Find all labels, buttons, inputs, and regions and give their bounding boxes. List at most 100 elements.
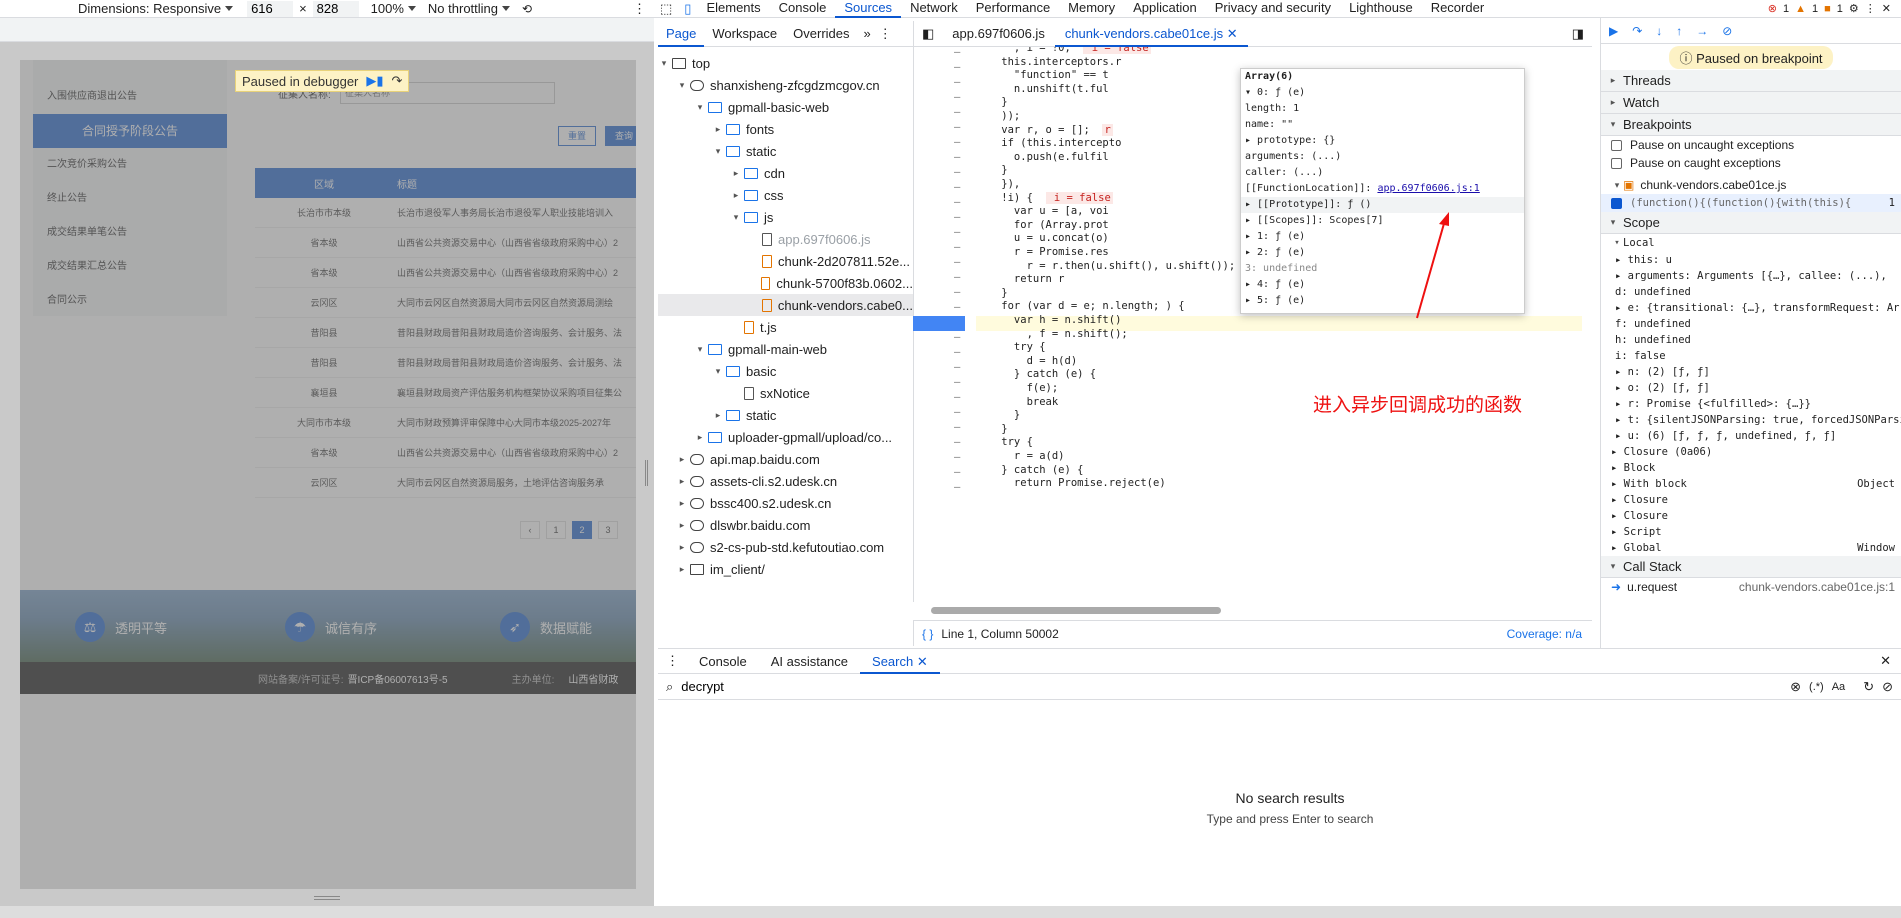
popover-line[interactable]: ▸ [[Prototype]]: ƒ () bbox=[1241, 197, 1524, 213]
device-toggle-icon[interactable]: ▯ bbox=[678, 1, 697, 17]
step-out-icon[interactable]: ↑ bbox=[1676, 24, 1682, 38]
tree-expander-icon[interactable]: ▾ bbox=[676, 80, 688, 91]
scope-variable[interactable]: ▸ t: {silentJSONParsing: true, forcedJSO… bbox=[1601, 412, 1901, 428]
tree-node[interactable]: ▸ uploader-gpmall/upload/co... bbox=[658, 426, 913, 448]
call-frame[interactable]: ➜ u.request chunk-vendors.cabe01ce.js:1 bbox=[1601, 578, 1901, 596]
scope-variable[interactable]: ▸ n: (2) [ƒ, ƒ] bbox=[1601, 364, 1901, 380]
popover-line[interactable]: ▾ 0: ƒ (e) bbox=[1241, 85, 1524, 101]
side-menu-item[interactable] bbox=[33, 60, 227, 80]
breakpoint-file[interactable]: ▾ ▣ chunk-vendors.cabe01ce.js bbox=[1601, 176, 1901, 194]
section-breakpoints[interactable]: ▾ Breakpoints bbox=[1601, 114, 1901, 136]
popover-line[interactable]: arguments: (...) bbox=[1241, 149, 1524, 165]
page-1[interactable]: 1 bbox=[546, 521, 566, 539]
navigator-menu-icon[interactable]: ⋮ bbox=[879, 26, 892, 42]
height-input[interactable] bbox=[312, 0, 359, 17]
popover-line[interactable]: ▸ 2: ƒ (e) bbox=[1241, 245, 1524, 261]
tree-node[interactable]: ▾ basic bbox=[658, 360, 913, 382]
tree-node[interactable]: ▸ css bbox=[658, 184, 913, 206]
reset-button[interactable]: 重置 bbox=[558, 126, 596, 146]
function-location-link[interactable]: app.697f0606.js:1 bbox=[1377, 183, 1479, 194]
tree-node[interactable]: ▸ api.map.baidu.com bbox=[658, 448, 913, 470]
tab-console[interactable]: Console bbox=[687, 654, 759, 669]
section-threads[interactable]: ▸ Threads bbox=[1601, 70, 1901, 92]
scope-variable[interactable]: d: undefined bbox=[1601, 284, 1901, 300]
cell-title[interactable]: 山西省公共资源交易中心（山西省省级政府采购中心）2 bbox=[393, 446, 636, 459]
close-drawer-icon[interactable]: ✕ bbox=[1880, 653, 1901, 669]
cell-title[interactable]: 长治市退役军人事务局长治市退役军人职业技能培训入 bbox=[393, 206, 636, 219]
issues-badge-icon[interactable]: ■ bbox=[1824, 3, 1831, 15]
more-tabs-icon[interactable]: » bbox=[864, 26, 871, 41]
table-row[interactable]: 襄垣县 襄垣县财政局资产评估服务机构框架协议采购项目征集公 bbox=[255, 378, 636, 408]
cell-title[interactable]: 昔阳县财政局昔阳县财政局造价咨询服务、会计服务、法 bbox=[393, 326, 636, 339]
cell-title[interactable]: 山西省公共资源交易中心（山西省省级政府采购中心）2 bbox=[393, 236, 636, 249]
scope-closure[interactable]: ▸ Closure bbox=[1601, 492, 1901, 508]
tree-node[interactable]: ▸ static bbox=[658, 404, 913, 426]
page-3[interactable]: 3 bbox=[598, 521, 618, 539]
table-row[interactable]: 省本级 山西省公共资源交易中心（山西省省级政府采购中心）2 bbox=[255, 258, 636, 288]
scope-closure[interactable]: ▸ Closure (0a06) bbox=[1601, 444, 1901, 460]
width-input[interactable] bbox=[247, 0, 294, 17]
tree-expander-icon[interactable]: ▸ bbox=[676, 542, 688, 553]
step-over-icon[interactable]: ↷ bbox=[1632, 24, 1642, 38]
scope-variable[interactable]: ▸ this: u bbox=[1601, 252, 1901, 268]
tree-expander-icon[interactable]: ▸ bbox=[712, 124, 724, 135]
scope-variable[interactable]: h: undefined bbox=[1601, 332, 1901, 348]
breakpoint-marker[interactable] bbox=[913, 316, 965, 331]
side-menu-item[interactable]: 合同公示 bbox=[33, 284, 227, 318]
popover-line[interactable]: length: 1 bbox=[1241, 101, 1524, 117]
tree-expander-icon[interactable]: ▸ bbox=[730, 168, 742, 179]
scope-closure[interactable]: ▸ With block Object bbox=[1601, 476, 1901, 492]
tree-node[interactable]: app.697f0606.js bbox=[658, 228, 913, 250]
scope-variable[interactable]: f: undefined bbox=[1601, 316, 1901, 332]
cell-title[interactable]: 大同市云冈区自然资源局服务，土地评估咨询服务承 bbox=[393, 476, 636, 489]
popover-line[interactable]: ▸ 5: ƒ (e) bbox=[1241, 293, 1524, 309]
side-menu-item[interactable]: 成交结果汇总公告 bbox=[33, 250, 227, 284]
tab-ai-assistance[interactable]: AI assistance bbox=[759, 654, 860, 669]
tree-expander-icon[interactable]: ▾ bbox=[730, 212, 742, 223]
resize-handle[interactable] bbox=[314, 896, 340, 900]
breakpoint-entry[interactable]: (function(){(function(){with(this){1 bbox=[1601, 194, 1901, 212]
toggle-debugger-icon[interactable]: ◨ bbox=[1572, 26, 1592, 42]
tree-node[interactable]: ▾ js bbox=[658, 206, 913, 228]
pause-caught-option[interactable]: Pause on caught exceptions bbox=[1601, 154, 1901, 172]
tree-node[interactable]: ▾ static bbox=[658, 140, 913, 162]
pause-uncaught-option[interactable]: Pause on uncaught exceptions bbox=[1601, 136, 1901, 154]
tree-expander-icon[interactable]: ▾ bbox=[712, 146, 724, 157]
scope-variable[interactable]: ▸ arguments: Arguments [{…}, callee: (..… bbox=[1601, 268, 1901, 284]
table-row[interactable]: 省本级 山西省公共资源交易中心（山西省省级政府采购中心）2 bbox=[255, 438, 636, 468]
side-menu-item[interactable]: 二次竞价采购公告 bbox=[33, 148, 227, 182]
tree-node[interactable]: t.js bbox=[658, 316, 913, 338]
scope-closure[interactable]: ▸ Closure bbox=[1601, 508, 1901, 524]
cell-title[interactable]: 山西省公共资源交易中心（山西省省级政府采购中心）2 bbox=[393, 266, 636, 279]
tree-node[interactable]: ▸ fonts bbox=[658, 118, 913, 140]
pretty-print-icon[interactable]: { } bbox=[914, 627, 941, 641]
page-2[interactable]: 2 bbox=[572, 521, 592, 539]
devtools-tab-memory[interactable]: Memory bbox=[1059, 0, 1124, 18]
devtools-tab-network[interactable]: Network bbox=[901, 0, 967, 18]
popover-line[interactable]: ▸ 1: ƒ (e) bbox=[1241, 229, 1524, 245]
scope-variable[interactable]: ▸ e: {transitional: {…}, transformReques… bbox=[1601, 300, 1901, 316]
table-row[interactable]: 大同市市本级 大同市财政预算评审保障中心大同市本级2025-2027年 bbox=[255, 408, 636, 438]
tab-search[interactable]: Search ✕ bbox=[860, 649, 940, 674]
resume-icon[interactable]: ▶▮ bbox=[366, 73, 383, 89]
tree-expander-icon[interactable]: ▸ bbox=[730, 190, 742, 201]
tree-node[interactable]: ▾ shanxisheng-zfcgdzmcgov.cn bbox=[658, 74, 913, 96]
scope-local[interactable]: ▾ Local bbox=[1601, 234, 1901, 252]
devtools-tab-privacy-and-security[interactable]: Privacy and security bbox=[1206, 0, 1340, 18]
devtools-tab-elements[interactable]: Elements bbox=[697, 0, 769, 18]
table-row[interactable]: 云冈区 大同市云冈区自然资源局服务，土地评估咨询服务承 bbox=[255, 468, 636, 498]
devtools-tab-console[interactable]: Console bbox=[770, 0, 836, 18]
tree-node[interactable]: ▸ bssc400.s2.udesk.cn bbox=[658, 492, 913, 514]
tree-expander-icon[interactable]: ▾ bbox=[694, 102, 706, 113]
rotate-icon[interactable]: ⟲ bbox=[522, 2, 532, 16]
tree-node[interactable]: ▾ top bbox=[658, 52, 913, 74]
step-over-icon[interactable]: ↷ bbox=[392, 73, 403, 89]
cell-title[interactable]: 大同市财政预算评审保障中心大同市本级2025-2027年 bbox=[393, 416, 636, 429]
tree-node[interactable]: ▸ s2-cs-pub-std.kefutoutiao.com bbox=[658, 536, 913, 558]
side-menu-item[interactable]: 终止公告 bbox=[33, 182, 227, 216]
tab-page[interactable]: Page bbox=[658, 21, 705, 47]
deactivate-breakpoints-icon[interactable]: ⊘ bbox=[1722, 24, 1732, 38]
tree-node[interactable]: chunk-5700f83b.0602... bbox=[658, 272, 913, 294]
settings-icon[interactable]: ⚙ bbox=[1849, 2, 1859, 15]
devtools-tab-application[interactable]: Application bbox=[1124, 0, 1206, 18]
